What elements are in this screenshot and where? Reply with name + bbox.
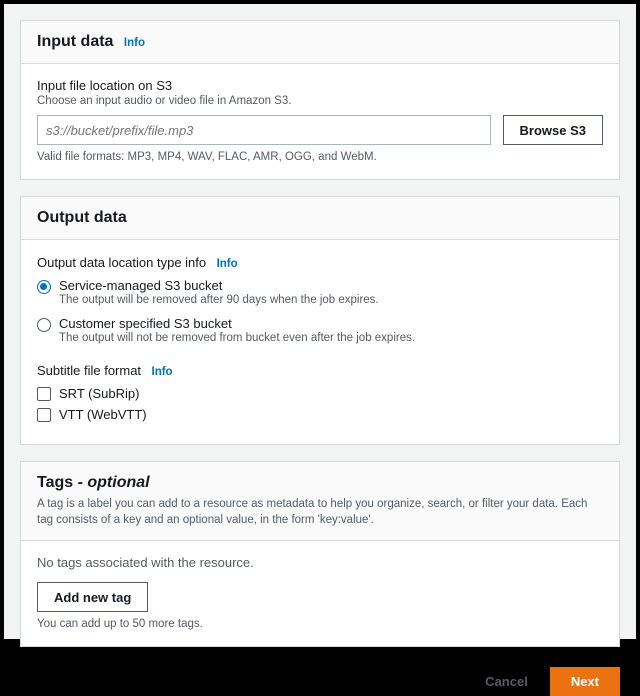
tags-optional-text: - optional <box>73 474 149 491</box>
input-data-header: Input data Info <box>21 21 619 64</box>
radio-icon <box>37 318 51 332</box>
tags-title-text: Tags <box>37 474 73 491</box>
checkbox-srt[interactable]: SRT (SubRip) <box>37 386 603 401</box>
tags-header: Tags - optional A tag is a label you can… <box>21 462 619 541</box>
input-file-formats-hint: Valid file formats: MP3, MP4, WAV, FLAC,… <box>37 151 603 163</box>
add-new-tag-button[interactable]: Add new tag <box>37 582 148 612</box>
checkbox-vtt[interactable]: VTT (WebVTT) <box>37 407 603 422</box>
subtitle-format-info-link[interactable]: Info <box>152 366 173 378</box>
radio-label: Service-managed S3 bucket <box>59 278 603 293</box>
browse-s3-button[interactable]: Browse S3 <box>503 115 603 145</box>
tags-title: Tags - optional <box>37 474 150 491</box>
output-data-header: Output data <box>21 197 619 240</box>
radio-service-managed[interactable]: Service-managed S3 bucket The output wil… <box>37 278 603 306</box>
input-data-info-link[interactable]: Info <box>124 37 145 49</box>
checkbox-label: SRT (SubRip) <box>59 386 139 401</box>
output-data-title: Output data <box>37 209 127 226</box>
input-file-s3-input[interactable] <box>37 115 491 145</box>
subtitle-format-label: Subtitle file format <box>37 363 141 378</box>
radio-desc: The output will be removed after 90 days… <box>59 294 603 306</box>
input-file-desc: Choose an input audio or video file in A… <box>37 95 603 107</box>
output-location-label: Output data location type info <box>37 255 206 270</box>
tags-desc: A tag is a label you can add to a resour… <box>37 496 603 528</box>
radio-icon <box>37 280 51 294</box>
checkbox-icon <box>37 408 51 422</box>
radio-label: Customer specified S3 bucket <box>59 316 603 331</box>
tags-empty-text: No tags associated with the resource. <box>37 555 603 570</box>
cancel-button[interactable]: Cancel <box>471 668 542 695</box>
output-location-info-link[interactable]: Info <box>217 258 238 270</box>
output-data-panel: Output data Output data location type in… <box>20 196 620 445</box>
tags-panel: Tags - optional A tag is a label you can… <box>20 461 620 647</box>
radio-customer-specified[interactable]: Customer specified S3 bucket The output … <box>37 316 603 344</box>
input-data-title: Input data <box>37 33 113 50</box>
checkbox-icon <box>37 387 51 401</box>
input-data-panel: Input data Info Input file location on S… <box>20 20 620 180</box>
tags-limit-hint: You can add up to 50 more tags. <box>37 618 603 630</box>
radio-desc: The output will not be removed from buck… <box>59 332 603 344</box>
checkbox-label: VTT (WebVTT) <box>59 407 147 422</box>
footer: Cancel Next <box>20 663 620 696</box>
next-button[interactable]: Next <box>550 667 620 696</box>
input-file-label: Input file location on S3 <box>37 78 603 93</box>
